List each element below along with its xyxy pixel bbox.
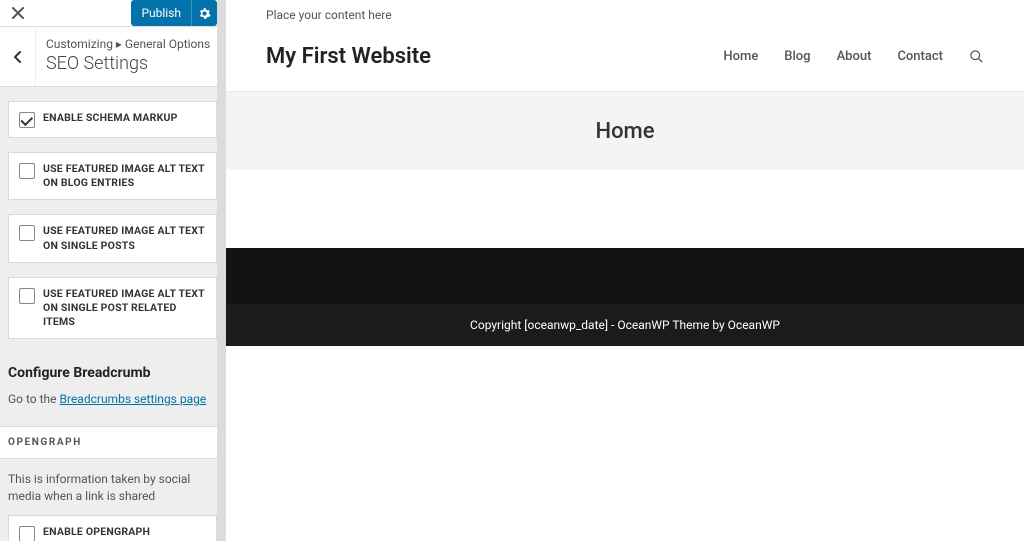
topbar-placeholder-text: Place your content here (226, 0, 1024, 30)
back-button[interactable] (0, 27, 36, 86)
option-label: USE FEATURED IMAGE ALT TEXT ON SINGLE PO… (43, 287, 206, 330)
search-icon (969, 49, 984, 64)
customizer-sidebar: Publish Customizing ▸ General Options SE… (0, 0, 226, 541)
chevron-left-icon (13, 50, 23, 64)
opengraph-description: This is information taken by social medi… (8, 471, 217, 505)
footer-copyright: Copyright [oceanwp_date] - OceanWP Theme… (226, 304, 1024, 346)
gear-icon (198, 7, 211, 20)
breadcrumb-path: Customizing ▸ General Options (46, 37, 215, 51)
option-enable-opengraph[interactable]: ENABLE OPENGRAPH (8, 515, 217, 541)
breadcrumbs-settings-link[interactable]: Breadcrumbs settings page (60, 392, 207, 406)
nav-item-home[interactable]: Home (723, 49, 758, 64)
breadcrumb-section-text: Go to the Breadcrumbs settings page (8, 391, 217, 408)
site-preview: Place your content here My First Website… (226, 0, 1024, 541)
option-featured-alt-single[interactable]: USE FEATURED IMAGE ALT TEXT ON SINGLE PO… (8, 214, 217, 262)
option-label: USE FEATURED IMAGE ALT TEXT ON BLOG ENTR… (43, 162, 206, 190)
publish-settings-button[interactable] (191, 0, 217, 26)
nav-item-contact[interactable]: Contact (897, 49, 943, 64)
option-enable-schema-markup[interactable]: ENABLE SCHEMA MARKUP (8, 101, 217, 138)
customizer-topbar: Publish (0, 0, 225, 27)
nav-item-blog[interactable]: Blog (784, 49, 810, 64)
panel-body: ENABLE SCHEMA MARKUP USE FEATURED IMAGE … (0, 87, 225, 541)
option-featured-alt-blog[interactable]: USE FEATURED IMAGE ALT TEXT ON BLOG ENTR… (8, 152, 217, 200)
page-title: Home (595, 119, 654, 144)
option-label: ENABLE OPENGRAPH (43, 525, 150, 539)
breadcrumb-section-heading: Configure Breadcrumb (8, 365, 217, 381)
publish-button[interactable]: Publish (131, 0, 191, 26)
primary-nav: Home Blog About Contact (723, 49, 984, 64)
option-label: ENABLE SCHEMA MARKUP (43, 111, 178, 125)
search-button[interactable] (969, 49, 984, 64)
customizer-breadcrumb-row: Customizing ▸ General Options SEO Settin… (0, 27, 225, 87)
sidebar-scrollbar[interactable] (217, 0, 225, 541)
close-icon (12, 7, 24, 19)
footer-widgets (226, 248, 1024, 304)
checkbox[interactable] (19, 112, 35, 128)
page-hero: Home (226, 92, 1024, 170)
site-header: My First Website Home Blog About Contact (226, 30, 1024, 92)
site-title[interactable]: My First Website (266, 44, 431, 69)
checkbox[interactable] (19, 288, 35, 304)
panel-title: SEO Settings (46, 53, 215, 74)
close-customizer-button[interactable] (8, 3, 28, 23)
checkbox[interactable] (19, 163, 35, 179)
checkbox[interactable] (19, 526, 35, 541)
content-area (226, 170, 1024, 248)
option-featured-alt-related[interactable]: USE FEATURED IMAGE ALT TEXT ON SINGLE PO… (8, 277, 217, 340)
checkbox[interactable] (19, 225, 35, 241)
opengraph-subheader: OPENGRAPH (0, 426, 225, 459)
nav-item-about[interactable]: About (837, 49, 872, 64)
option-label: USE FEATURED IMAGE ALT TEXT ON SINGLE PO… (43, 224, 206, 252)
